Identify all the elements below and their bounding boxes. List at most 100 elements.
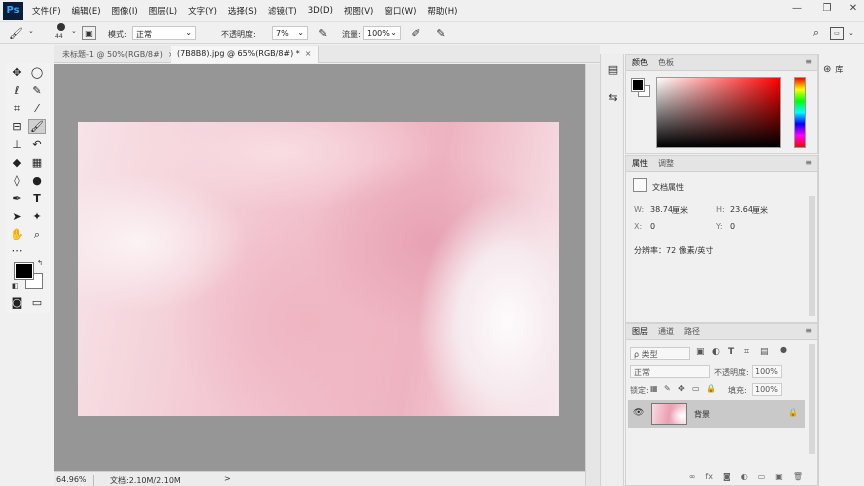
tab-properties[interactable]: 属性 <box>632 158 648 169</box>
lock-position-icon[interactable]: ✥ <box>678 384 685 397</box>
menu-view[interactable]: 视图(V) <box>344 5 373 17</box>
layer-row[interactable]: 👁 背景 🔒 <box>628 400 805 428</box>
layer-filter-select[interactable]: ρ 类型 <box>630 347 690 360</box>
properties-scrollbar[interactable] <box>809 196 815 316</box>
blur-tool-icon[interactable]: ◊ <box>8 173 26 188</box>
y-value[interactable]: 0 <box>730 222 735 231</box>
panel-menu-icon[interactable]: ≡ <box>805 158 812 167</box>
marquee-tool-icon[interactable]: ◯ <box>28 65 46 80</box>
workspace-chevron-icon[interactable]: ⌄ <box>848 29 854 37</box>
zoom-tool-icon[interactable]: ⌕ <box>28 227 46 242</box>
x-value[interactable]: 0 <box>650 222 655 231</box>
default-colors-icon[interactable]: ◧ <box>12 282 19 290</box>
lock-pixels-icon[interactable]: ▦ <box>650 384 658 397</box>
flow-input[interactable]: 100% ⌄ <box>363 26 401 40</box>
color-picker-field[interactable] <box>656 77 781 148</box>
gradient-tool-icon[interactable]: ▦ <box>28 155 46 170</box>
lasso-tool-icon[interactable]: ℓ <box>8 83 26 98</box>
brush-size-arrow-icon[interactable]: ⌄ <box>71 27 77 35</box>
pressure-opacity-icon[interactable]: ✎ <box>315 25 331 41</box>
foreground-color-swatch[interactable] <box>631 78 645 92</box>
opacity-input[interactable]: 7% ⌄ <box>272 26 308 40</box>
fill-input[interactable]: 100% <box>752 383 782 396</box>
adjustment-layer-icon[interactable]: ◐ <box>741 472 748 486</box>
character-panel-icon[interactable]: ⇆ <box>605 89 621 105</box>
minimize-button[interactable]: — <box>782 0 812 16</box>
search-icon[interactable]: ⌕ <box>808 25 824 41</box>
brush-panel-toggle-icon[interactable]: ▣ <box>82 26 96 40</box>
filter-adjust-icon[interactable]: ◐ <box>712 347 720 360</box>
layer-opacity-input[interactable]: 100% <box>752 365 782 378</box>
menu-file[interactable]: 文件(F) <box>32 5 61 17</box>
move-tool-icon[interactable]: ✥ <box>8 65 26 80</box>
menu-image[interactable]: 图像(I) <box>112 5 138 17</box>
pressure-size-icon[interactable]: ✎ <box>433 25 449 41</box>
swap-colors-icon[interactable]: ↰ <box>37 259 43 267</box>
history-panel-icon[interactable]: ▤ <box>605 61 621 77</box>
quick-mask-icon[interactable]: ◙ <box>8 295 26 310</box>
lock-artboard-icon[interactable]: ▭ <box>692 384 700 397</box>
blend-mode-select[interactable]: 正常 <box>630 365 710 378</box>
layers-scrollbar[interactable] <box>809 344 815 454</box>
menu-window[interactable]: 窗口(W) <box>384 5 416 17</box>
tab-color[interactable]: 颜色 <box>632 57 648 68</box>
new-group-icon[interactable]: ▭ <box>758 472 766 486</box>
link-layers-icon[interactable]: ∞ <box>689 472 696 486</box>
menu-3d[interactable]: 3D(D) <box>308 6 333 16</box>
tab-paths[interactable]: 路径 <box>684 326 700 337</box>
shape-tool-icon[interactable]: ✦ <box>28 209 46 224</box>
dodge-tool-icon[interactable]: ● <box>28 173 46 188</box>
airbrush-icon[interactable]: ✐ <box>408 25 424 41</box>
brush-tool-preset-icon[interactable]: 🖌 <box>8 25 24 41</box>
width-value[interactable]: 38.74 <box>650 205 673 214</box>
clone-stamp-tool-icon[interactable]: ⊥ <box>8 137 26 152</box>
panel-menu-icon[interactable]: ≡ <box>805 57 812 66</box>
add-mask-icon[interactable]: ◙ <box>723 472 731 486</box>
screen-mode-icon[interactable]: ▭ <box>28 295 46 310</box>
menu-layer[interactable]: 图层(L) <box>149 5 177 17</box>
eyedropper-tool-icon[interactable]: ⁄ <box>28 101 46 116</box>
zoom-level-input[interactable]: 64.96% <box>56 475 94 486</box>
crop-tool-icon[interactable]: ⌗ <box>8 101 26 116</box>
photoshop-logo[interactable]: Ps <box>3 1 23 20</box>
filter-smart-icon[interactable]: ▤ <box>760 347 769 360</box>
filter-type-icon[interactable]: T <box>728 347 734 360</box>
menu-filter[interactable]: 滤镜(T) <box>268 5 297 17</box>
healing-brush-tool-icon[interactable]: ⊟ <box>8 119 26 134</box>
blend-mode-select[interactable]: 正常 ⌄ <box>132 26 196 40</box>
hue-slider[interactable] <box>794 77 806 148</box>
menu-edit[interactable]: 编辑(E) <box>72 5 101 17</box>
foreground-color-swatch[interactable] <box>14 262 34 280</box>
delete-layer-icon[interactable]: 🗑 <box>793 472 803 486</box>
close-icon[interactable]: × <box>305 49 312 58</box>
tab-swatches[interactable]: 色板 <box>658 57 674 68</box>
lock-all-icon[interactable]: 🔒 <box>706 384 716 397</box>
path-selection-tool-icon[interactable]: ➤ <box>8 209 26 224</box>
tab-layers[interactable]: 图层 <box>632 326 648 337</box>
type-tool-icon[interactable]: T <box>28 191 46 206</box>
new-layer-icon[interactable]: ▣ <box>775 472 783 486</box>
brush-tool-icon[interactable]: 🖌 <box>28 119 46 134</box>
tab-untitled-1[interactable]: 未标题-1 @ 50%(RGB/8#)× <box>56 46 182 63</box>
tab-active-document[interactable]: (7B8B8).jpg @ 65%(RGB/8#) * × <box>171 46 319 63</box>
status-menu-arrow-icon[interactable]: > <box>224 474 231 483</box>
libraries-button[interactable]: ⊛ 库 <box>823 64 843 75</box>
menu-help[interactable]: 帮助(H) <box>427 5 457 17</box>
menu-select[interactable]: 选择(S) <box>228 5 257 17</box>
quick-select-tool-icon[interactable]: ✎ <box>28 83 46 98</box>
eye-visibility-icon[interactable]: 👁 <box>633 408 644 418</box>
menu-type[interactable]: 文字(Y) <box>188 5 217 17</box>
history-brush-tool-icon[interactable]: ↶ <box>28 137 46 152</box>
close-window-button[interactable]: ✕ <box>838 0 864 16</box>
brush-size-picker[interactable]: 44 <box>52 23 72 41</box>
height-value[interactable]: 23.64 <box>730 205 753 214</box>
document-image[interactable] <box>78 122 559 416</box>
tab-adjustments[interactable]: 调整 <box>658 158 674 169</box>
pen-tool-icon[interactable]: ✒ <box>8 191 26 206</box>
canvas-area[interactable] <box>54 64 585 471</box>
edit-toolbar-icon[interactable]: ⋯ <box>8 243 26 258</box>
eraser-tool-icon[interactable]: ◆ <box>8 155 26 170</box>
workspace-switcher-icon[interactable]: ▭ <box>830 27 844 40</box>
filter-toggle-icon[interactable]: ● <box>780 345 787 358</box>
tab-channels[interactable]: 通道 <box>658 326 674 337</box>
